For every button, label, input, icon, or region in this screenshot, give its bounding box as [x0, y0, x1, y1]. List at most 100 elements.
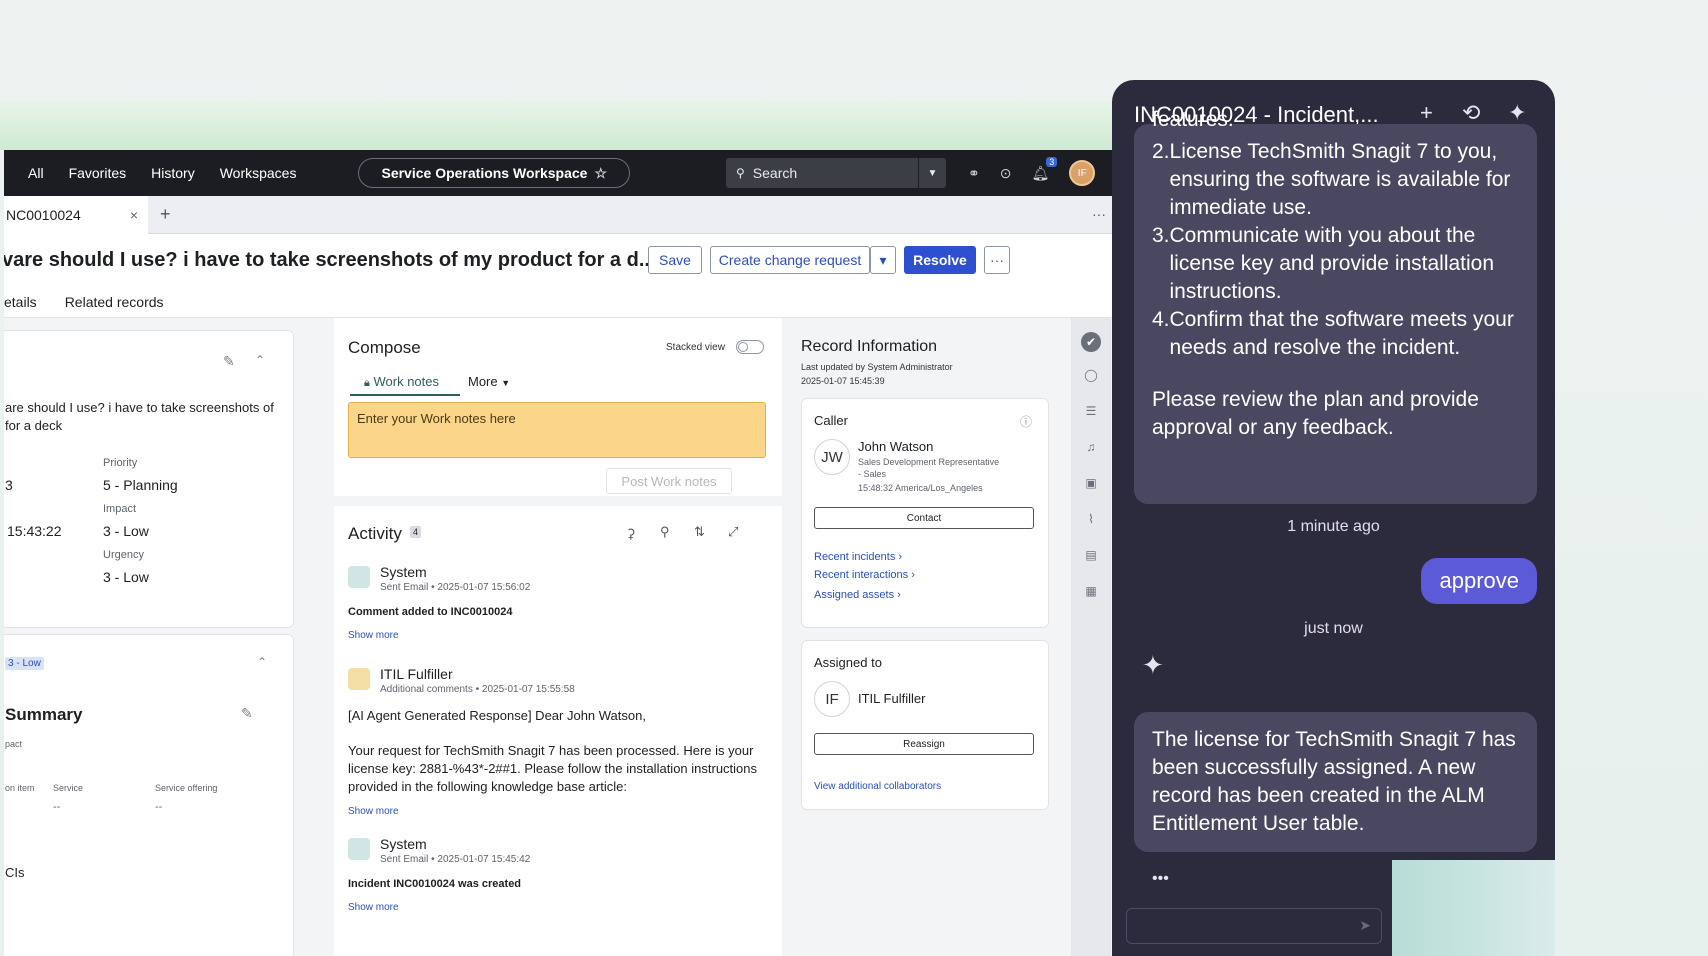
tab-overflow-icon[interactable]: ··· [1092, 206, 1106, 222]
tab-details[interactable]: etails [4, 294, 37, 310]
activity-author: System [380, 564, 427, 580]
impact-value: 3 - Low [103, 523, 149, 539]
user-message: approve [1421, 558, 1537, 604]
activity-title: Activity [348, 524, 402, 543]
save-button[interactable]: Save [648, 246, 702, 274]
activity-meta: Sent Email • 2025-01-07 15:45:42 [380, 854, 531, 865]
tab-close-icon[interactable]: × [130, 207, 138, 223]
assistant-reply-message: The license for TechSmith Snagit 7 has b… [1134, 712, 1537, 852]
notification-count-badge: 3 [1046, 156, 1058, 167]
assigned-to-label: Assigned to [814, 655, 882, 670]
contextual-side-rail: ✔ ◯ ☰ ♫ ▣ ⌇ ▤ ▦ [1071, 318, 1111, 956]
send-icon[interactable]: ➤ [1359, 917, 1371, 934]
activity-body-greeting: [AI Agent Generated Response] Dear John … [348, 708, 646, 723]
agent-assist-icon[interactable]: ✔ [1081, 332, 1101, 352]
attachment-icon[interactable]: ⌇ [1081, 512, 1101, 532]
plan-step-number: 3. [1152, 224, 1170, 247]
search-icon: ⚲ [736, 166, 745, 180]
stacked-view-toggle[interactable] [736, 340, 764, 354]
sort-icon[interactable]: ⇅ [694, 524, 705, 540]
document-icon[interactable]: ▤ [1081, 548, 1101, 568]
view-collaborators-link[interactable]: View additional collaborators [814, 781, 941, 792]
summary-col-service: Service [53, 783, 84, 793]
post-work-notes-button[interactable]: Post Work notes [606, 468, 732, 494]
panel-right-shade [1392, 860, 1555, 956]
assignee-name[interactable]: ITIL Fulfiller [858, 691, 925, 706]
help-icon[interactable]: ⊙ [1000, 165, 1012, 182]
nav-history[interactable]: History [151, 165, 195, 181]
plan-step-text: Confirm that the software meets your nee… [1169, 308, 1514, 359]
database-icon[interactable]: ▦ [1081, 584, 1101, 604]
search-placeholder: Search [752, 165, 798, 181]
assignee-avatar: IF [814, 681, 850, 717]
filter-icon[interactable]: ⚳ [626, 526, 636, 542]
caller-avatar: JW [814, 439, 850, 475]
tab-label: NC0010024 [6, 206, 81, 223]
recent-incidents-link[interactable]: Recent incidents › [814, 551, 902, 563]
global-search[interactable]: ⚲ Search ▼ [726, 158, 946, 188]
contact-button[interactable]: Contact [814, 507, 1034, 529]
tab-work-notes[interactable]: 🔒︎ Work notes [350, 368, 460, 396]
plan-step-number: 4. [1152, 308, 1170, 331]
summary-subtitle: pact [5, 739, 23, 749]
recent-interactions-link[interactable]: Recent interactions › [814, 569, 915, 581]
more-label: More [468, 374, 498, 389]
caller-name[interactable]: John Watson [858, 439, 933, 454]
system-avatar-icon [348, 566, 370, 588]
activity-author: ITIL Fulfiller [380, 666, 453, 682]
nav-favorites[interactable]: Favorites [69, 165, 127, 181]
plan-step-text: Communicate with you about the license k… [1169, 224, 1495, 303]
show-more-link[interactable]: Show more [348, 902, 399, 913]
nav-workspaces[interactable]: Workspaces [220, 165, 297, 181]
search-icon[interactable]: ⚲ [660, 524, 670, 540]
search-dropdown-icon[interactable]: ▼ [918, 158, 946, 188]
star-icon[interactable]: ☆ [594, 165, 607, 182]
workspace-selector[interactable]: Service Operations Workspace ☆ [358, 158, 630, 188]
add-tab-icon[interactable]: + [160, 204, 171, 225]
create-change-dropdown-icon[interactable]: ▾ [870, 246, 896, 274]
summary-card: 3 - Low ⌃ Summary ✎ pact on item Service… [4, 634, 294, 956]
activity-item: ITIL Fulfiller Additional comments • 202… [348, 666, 768, 817]
collapse-icon[interactable]: ⌃ [257, 655, 267, 669]
field-value-left: 3 [5, 477, 13, 493]
collapse-icon[interactable]: ⌃ [255, 353, 265, 367]
activity-meta: Additional comments • 2025-01-07 15:55:5… [380, 684, 575, 695]
cut-off-line: features. [1152, 108, 1234, 126]
recent-incidents-label: Recent incidents [814, 551, 896, 563]
info-icon[interactable]: ⓘ [1020, 413, 1032, 430]
reassign-button[interactable]: Reassign [814, 733, 1034, 755]
edit-icon[interactable]: ✎ [223, 353, 235, 370]
headset-icon[interactable]: ♫ [1081, 440, 1101, 460]
show-more-link[interactable]: Show more [348, 630, 399, 641]
typing-indicator: ••• [1152, 870, 1169, 887]
expand-icon[interactable]: ⤢ [728, 524, 738, 540]
user-avatar[interactable]: IF [1069, 160, 1096, 186]
briefcase-icon[interactable]: ▣ [1081, 476, 1101, 496]
notifications-bell-icon[interactable]: 🔔︎ 3 [1031, 156, 1058, 182]
activity-body: Incident INC0010024 was created [348, 878, 522, 890]
show-more-link[interactable]: Show more [348, 806, 399, 817]
tab-more[interactable]: More ▼ [468, 374, 510, 389]
more-actions-button[interactable]: ··· [984, 246, 1010, 274]
assigned-assets-link[interactable]: Assigned assets › [814, 589, 901, 601]
compose-activity-column: Compose Stacked view 🔒︎ Work notes More … [334, 318, 782, 956]
chat-bubble-icon[interactable]: ◯ [1081, 368, 1101, 388]
work-notes-input[interactable]: Enter your Work notes here [348, 402, 766, 458]
work-notes-label: Work notes [373, 374, 439, 389]
create-change-request-button[interactable]: Create change request [710, 246, 870, 274]
priority-label: Priority [103, 457, 138, 469]
chat-icon[interactable]: ⚭ [968, 165, 980, 182]
tab-related-records[interactable]: Related records [65, 294, 164, 310]
record-information-column: Record Information Last updated by Syste… [791, 318, 1059, 956]
tab-incident[interactable]: NC0010024 × [4, 195, 148, 234]
edit-icon[interactable]: ✎ [241, 705, 253, 722]
activity-count-badge: 4 [410, 526, 422, 538]
activity-body: Comment added to INC0010024 [348, 606, 513, 618]
recent-interactions-label: Recent interactions [814, 569, 909, 581]
plan-step-text: License TechSmith Snagit 7 to you, ensur… [1169, 140, 1511, 219]
knowledge-icon[interactable]: ☰ [1081, 404, 1101, 424]
chat-input[interactable]: ➤ [1126, 908, 1382, 944]
resolve-button[interactable]: Resolve [904, 246, 976, 274]
impact-badge: 3 - Low [5, 657, 44, 670]
nav-all[interactable]: All [28, 165, 44, 181]
